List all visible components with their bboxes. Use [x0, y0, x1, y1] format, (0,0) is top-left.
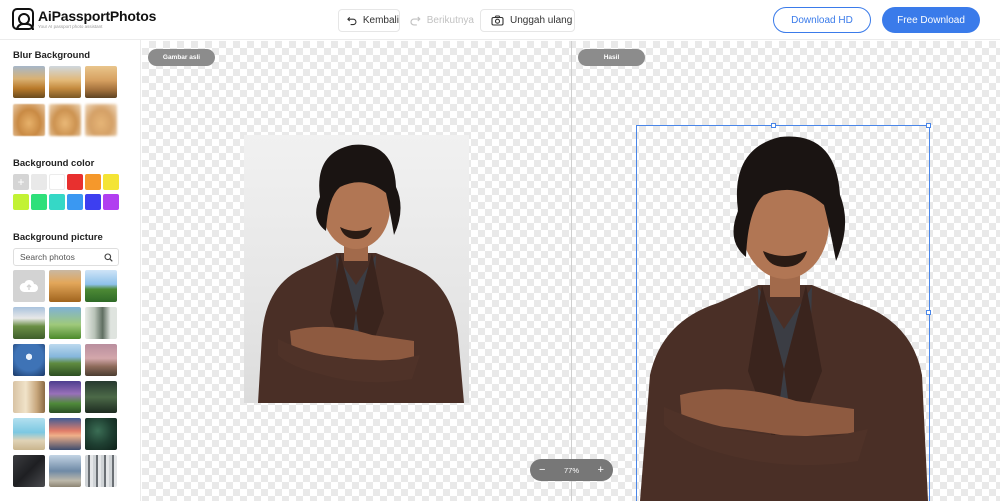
free-download-button[interactable]: Free Download — [882, 7, 980, 33]
background-picture[interactable] — [49, 381, 81, 413]
zoom-out-button[interactable]: − — [539, 464, 545, 476]
zoom-level: 77% — [563, 465, 579, 475]
blur-option[interactable] — [49, 104, 81, 136]
top-bar: AiPassportPhotos Your AI passport photo … — [0, 0, 1000, 40]
search-placeholder: Search photos — [20, 252, 75, 262]
color-swatch[interactable] — [31, 194, 47, 210]
blur-options — [13, 66, 119, 136]
reupload-button-label: Unggah ulang — [510, 15, 573, 26]
color-swatch[interactable] — [13, 194, 29, 210]
zoom-in-button[interactable]: + — [598, 464, 604, 476]
background-picture[interactable] — [85, 418, 117, 450]
next-button[interactable]: Berikutnya — [404, 9, 474, 32]
reupload-button[interactable]: Unggah ulang — [480, 9, 575, 32]
next-button-label: Berikutnya — [426, 15, 474, 26]
background-picture[interactable] — [49, 270, 81, 302]
color-swatch[interactable] — [85, 174, 101, 190]
color-swatch[interactable] — [49, 194, 65, 210]
blur-option[interactable] — [85, 66, 117, 98]
original-photo — [244, 135, 469, 403]
cutout-person — [640, 136, 928, 501]
background-picture[interactable] — [49, 307, 81, 339]
blur-option[interactable] — [13, 104, 45, 136]
back-button[interactable]: Kembali — [338, 9, 400, 32]
undo-icon — [347, 16, 357, 25]
color-swatch[interactable] — [85, 194, 101, 210]
plus-icon: + — [17, 175, 25, 189]
blur-background-title: Blur Background — [13, 50, 91, 61]
background-picture[interactable] — [49, 455, 81, 487]
background-picture[interactable] — [85, 270, 117, 302]
background-picture[interactable] — [49, 418, 81, 450]
blur-option[interactable] — [49, 66, 81, 98]
app-logo[interactable]: AiPassportPhotos Your AI passport photo … — [12, 8, 156, 30]
color-swatch[interactable] — [103, 194, 119, 210]
back-button-label: Kembali — [362, 15, 399, 26]
logo-icon — [12, 8, 34, 30]
logo-subtitle: Your AI passport photo assistant — [38, 23, 103, 29]
background-picture-title: Background picture — [13, 232, 103, 243]
background-picture[interactable] — [13, 418, 45, 450]
camera-icon — [491, 15, 504, 26]
background-picture[interactable] — [13, 381, 45, 413]
search-photos-input[interactable]: Search photos — [13, 248, 119, 266]
background-picture[interactable] — [85, 455, 117, 487]
editor-canvas[interactable]: Gambar asli Hasil − 77% + — [142, 41, 1000, 501]
add-color-swatch[interactable]: + — [13, 174, 29, 190]
color-swatch[interactable] — [31, 174, 47, 190]
zoom-control: − 77% + — [530, 459, 613, 481]
background-picture[interactable] — [85, 344, 117, 376]
compare-divider — [571, 41, 572, 501]
redo-icon — [410, 16, 421, 25]
background-picture[interactable] — [85, 307, 117, 339]
color-swatch[interactable] — [49, 174, 65, 190]
color-swatch[interactable] — [103, 174, 119, 190]
color-swatch[interactable] — [67, 174, 83, 190]
blur-option[interactable] — [13, 66, 45, 98]
background-color-title: Background color — [13, 158, 95, 169]
background-picture[interactable] — [85, 381, 117, 413]
download-hd-button[interactable]: Download HD — [773, 7, 871, 33]
background-picture[interactable] — [49, 344, 81, 376]
color-swatches: + — [13, 174, 119, 210]
original-image-label: Gambar asli — [148, 49, 215, 66]
background-picture[interactable] — [13, 307, 45, 339]
logo-title: AiPassportPhotos — [38, 7, 157, 24]
upload-picture-button[interactable] — [13, 270, 45, 302]
blur-option[interactable] — [85, 104, 117, 136]
background-picture[interactable] — [13, 344, 45, 376]
background-pictures — [13, 270, 117, 487]
cloud-upload-icon — [19, 279, 38, 292]
search-icon — [104, 253, 113, 262]
person-figure — [258, 144, 464, 403]
result-image-label: Hasil — [578, 49, 645, 66]
background-picture[interactable] — [13, 455, 45, 487]
color-swatch[interactable] — [67, 194, 83, 210]
